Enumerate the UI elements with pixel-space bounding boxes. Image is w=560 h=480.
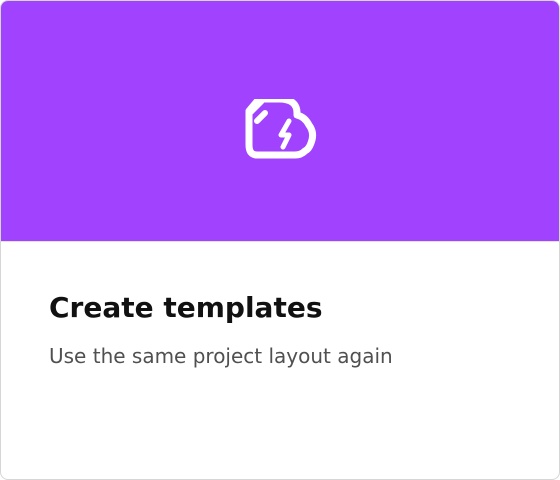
card-banner xyxy=(1,1,559,241)
create-templates-card[interactable]: Create templates Use the same project la… xyxy=(0,0,560,480)
card-subtitle: Use the same project layout again xyxy=(49,344,393,368)
template-lightning-icon xyxy=(245,99,317,159)
banner-divider xyxy=(1,241,559,242)
card-title: Create templates xyxy=(49,291,323,324)
